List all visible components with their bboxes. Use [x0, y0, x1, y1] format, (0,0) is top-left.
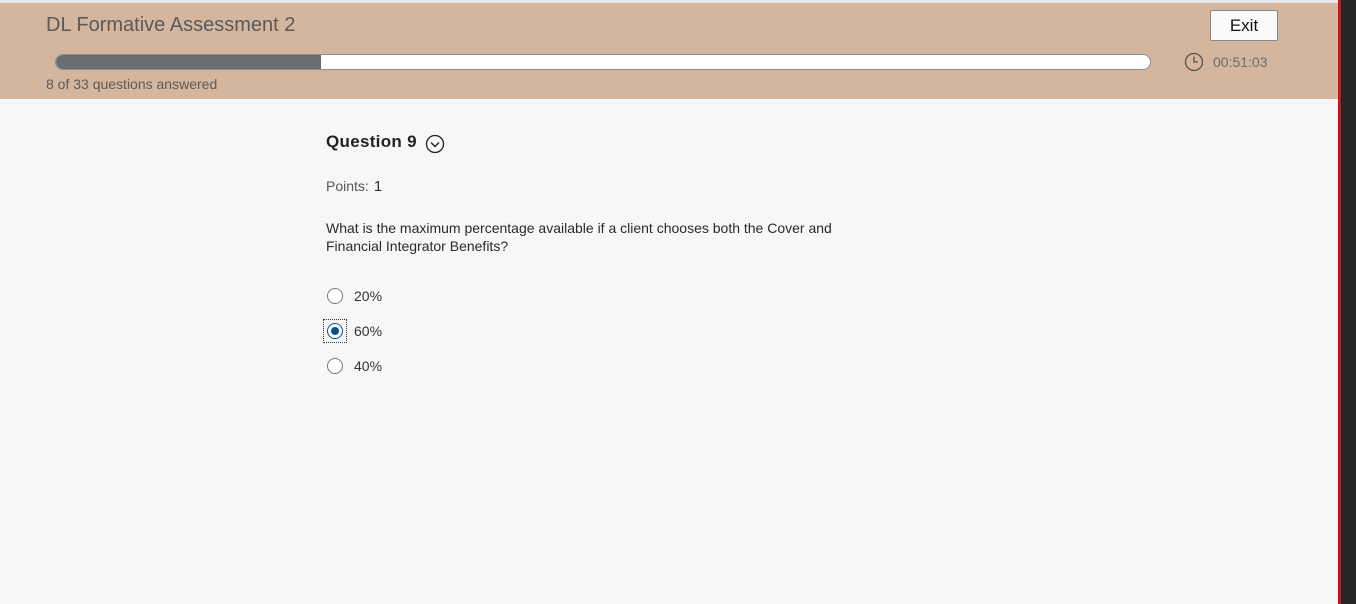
- timer-text: 00:51:03: [1213, 54, 1268, 70]
- question-header: Question 9: [326, 130, 886, 154]
- window-edge: [1338, 0, 1356, 604]
- exit-button[interactable]: Exit: [1210, 10, 1278, 41]
- assessment-title: DL Formative Assessment 2: [46, 14, 296, 36]
- answer-option-label: 60%: [354, 322, 383, 339]
- clock-icon: [1184, 52, 1204, 72]
- radio-button[interactable]: [327, 357, 343, 374]
- chevron-down-circle-icon[interactable]: [425, 134, 445, 154]
- answer-option-label: 20%: [354, 287, 383, 304]
- progress-bar: [55, 54, 1151, 70]
- answered-count: 8 of 33 questions answered: [46, 76, 218, 92]
- radio-selected-dot: [331, 326, 339, 335]
- points-row: Points: 1: [326, 178, 886, 195]
- answer-options: 20% 60% 40%: [323, 278, 886, 383]
- question-text: What is the maximum percentage available…: [326, 220, 832, 254]
- radio-button[interactable]: [327, 287, 343, 304]
- radio-wrapper: [323, 354, 347, 378]
- question-title: Question 9: [326, 132, 417, 151]
- answer-option-label: 40%: [354, 357, 383, 374]
- answer-option[interactable]: 40%: [326, 348, 886, 383]
- progress-bar-fill: [56, 55, 322, 69]
- points-label: Points:: [326, 178, 369, 194]
- window-edge-accent: [1338, 0, 1341, 604]
- answer-option[interactable]: 60%: [323, 313, 886, 348]
- radio-wrapper: [323, 284, 347, 308]
- points-value: 1: [373, 178, 383, 195]
- question-panel: Question 9 Points: 1 What is the maximum …: [323, 130, 886, 383]
- answer-option[interactable]: 20%: [326, 278, 886, 313]
- timer: 00:51:03: [1184, 52, 1268, 72]
- radio-wrapper: [323, 318, 347, 343]
- assessment-header: DL Formative Assessment 2 Exit 8 of 33 q…: [0, 3, 1338, 99]
- radio-button-selected[interactable]: [327, 322, 343, 339]
